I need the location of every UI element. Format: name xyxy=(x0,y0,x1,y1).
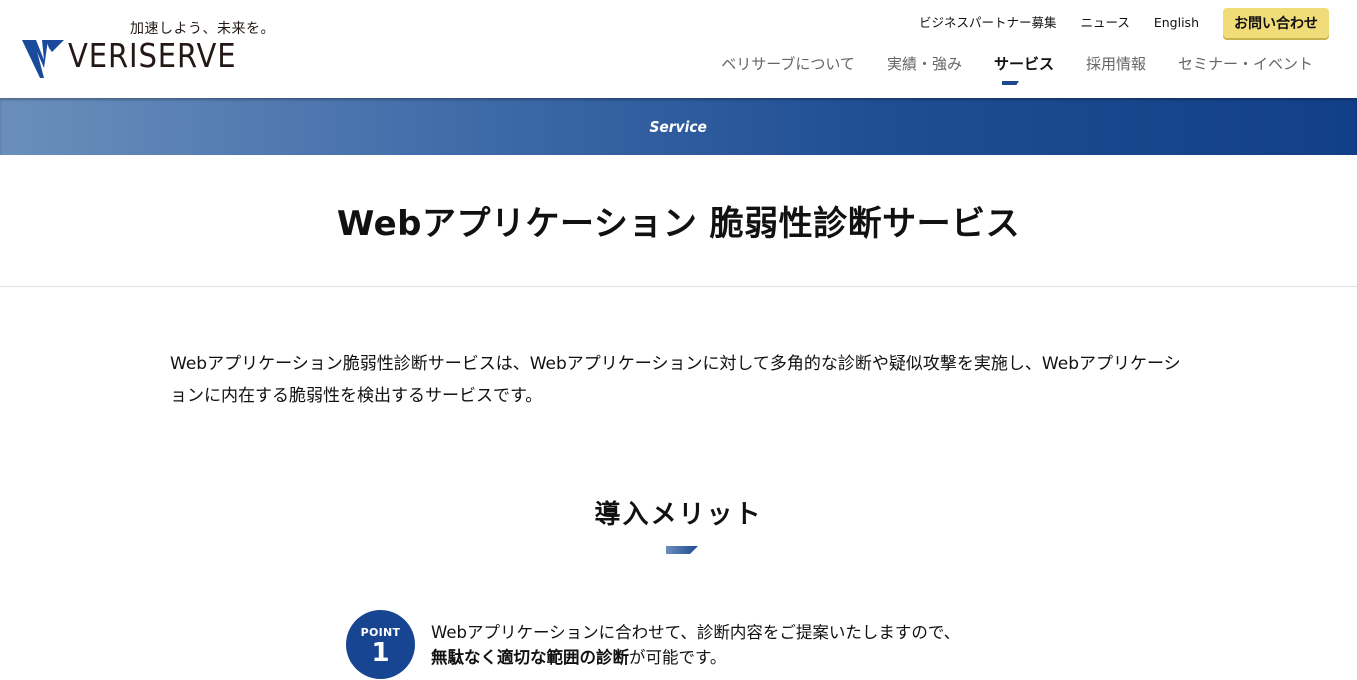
merits-title: 導入メリット xyxy=(594,500,763,530)
nav-item-services-label: サービス xyxy=(993,55,1054,73)
point-line-2-rest: が可能です。 xyxy=(629,648,727,667)
utility-nav: ビジネスパートナー募集 ニュース English お問い合わせ xyxy=(919,8,1329,38)
nav-item-about[interactable]: ベリサーブについて xyxy=(721,52,855,76)
site-header: 加速しよう、未来を。 VERISERVE ビジネスパートナー募集 ニュース En… xyxy=(0,0,1357,98)
title-divider xyxy=(0,286,1357,287)
nav-item-recruit[interactable]: 採用情報 xyxy=(1086,52,1146,76)
nav-item-seminars[interactable]: セミナー・イベント xyxy=(1178,52,1313,76)
nav-item-services[interactable]: サービス xyxy=(993,52,1054,85)
contact-button[interactable]: お問い合わせ xyxy=(1223,8,1329,38)
nav-item-achievements[interactable]: 実績・強み xyxy=(887,52,962,76)
merits-title-underline xyxy=(666,546,698,554)
veriserve-logo[interactable]: 加速しよう、未来を。 VERISERVE xyxy=(22,16,275,82)
util-link-business-partner[interactable]: ビジネスパートナー募集 xyxy=(919,8,1057,38)
util-link-english[interactable]: English xyxy=(1154,8,1199,38)
main-nav: ベリサーブについて 実績・強み サービス 採用情報 セミナー・イベント xyxy=(689,52,1313,85)
section-banner: Service xyxy=(0,98,1357,155)
point-badge: POINT 1 xyxy=(346,610,415,679)
point-number: 1 xyxy=(371,638,390,668)
intro-text: Webアプリケーション脆弱性診断サービスは、Webアプリケーションに対して多角的… xyxy=(170,354,1181,406)
util-link-news[interactable]: ニュース xyxy=(1080,8,1129,38)
logo-wordmark: VERISERVE xyxy=(68,36,237,75)
active-nav-indicator xyxy=(1001,81,1019,85)
banner-label: Service xyxy=(649,117,708,136)
page-title: Webアプリケーション 脆弱性診断サービス xyxy=(336,204,1021,244)
point-line-2: 無駄なく適切な範囲の診断が可能です。 xyxy=(431,645,960,670)
merit-point-1: POINT 1 Webアプリケーションに合わせて、診断内容をご提案いたしますので… xyxy=(346,610,960,679)
point-highlight: 無駄なく適切な範囲の診断 xyxy=(431,648,629,667)
logo-tagline: 加速しよう、未来を。 xyxy=(130,21,275,37)
veriserve-v-icon xyxy=(22,40,64,78)
point-description: Webアプリケーションに合わせて、診断内容をご提案いたしますので、 無駄なく適切… xyxy=(431,620,960,679)
point-line-1: Webアプリケーションに合わせて、診断内容をご提案いたしますので、 xyxy=(431,623,961,642)
